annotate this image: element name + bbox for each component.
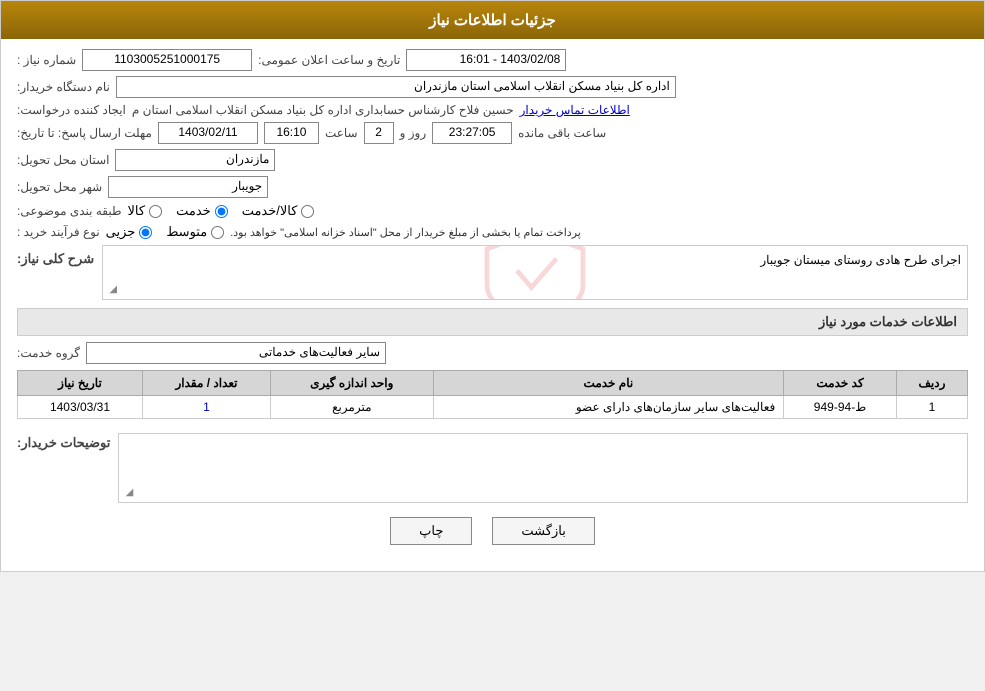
ijad-label: ایجاد کننده درخواست: <box>17 103 126 117</box>
ostan-label: استان محل تحویل: <box>17 153 109 167</box>
col-name: نام خدمت <box>433 371 784 396</box>
tabaqe-kala-khedmat-label: کالا/خدمت <box>242 203 298 219</box>
row-shahr: جویبار شهر محل تحویل: <box>17 176 968 198</box>
cell-name: فعالیت‌های سایر سازمان‌های دارای عضو <box>433 396 784 419</box>
row-tabaqe: کالا/خدمت خدمت کالا طبقه بندی موضوعی: <box>17 203 968 219</box>
sharh-label: شرح کلی نیاز: <box>17 251 94 267</box>
row-mohlat: ساعت باقی مانده 23:27:05 روز و 2 ساعت 16… <box>17 122 968 144</box>
ijad-link[interactable]: اطلاعات تماس خریدار <box>520 103 630 117</box>
roz-label: روز و <box>400 126 427 140</box>
shahr-label: شهر محل تحویل: <box>17 180 102 194</box>
tabaqe-kala-label: کالا <box>128 203 146 219</box>
nooe-farayand-radio-group: متوسط جزیی <box>106 224 225 240</box>
roz-value: 2 <box>364 122 394 144</box>
col-radif: ردیف <box>896 371 967 396</box>
tarikh-aalan-label: تاریخ و ساعت اعلان عمومی: <box>258 53 400 67</box>
sharh-box: اجرای طرح هادی روستای میستان جویبار ◢ <box>102 245 968 300</box>
shmare-niaz-label: شماره نیاز : <box>17 53 76 67</box>
shmare-niaz-value: 1103005251000175 <box>82 49 252 71</box>
row-nooe-farayand: پرداخت تمام یا بخشی از مبلغ خریدار از مح… <box>17 224 968 240</box>
tabaqe-label: طبقه بندی موضوعی: <box>17 204 122 218</box>
tabaqe-kala-khedmat-radio[interactable] <box>301 205 314 218</box>
saat-value: 16:10 <box>264 122 319 144</box>
page-wrapper: جزئیات اطلاعات نیاز 1403/02/08 - 16:01 ت… <box>0 0 985 572</box>
page-header: جزئیات اطلاعات نیاز <box>1 1 984 39</box>
nam-dastgah-label: نام دستگاه خریدار: <box>17 80 110 94</box>
saat-label: ساعت <box>325 126 358 140</box>
col-tarikh: تاریخ نیاز <box>18 371 143 396</box>
cell-radif: 1 <box>896 396 967 419</box>
back-button[interactable]: بازگشت <box>492 517 594 545</box>
tabaqe-radio-group: کالا/خدمت خدمت کالا <box>128 203 315 219</box>
mohlat-label: مهلت ارسال پاسخ: تا تاریخ: <box>17 126 152 140</box>
row-nam-dastgah: اداره کل بنیاد مسکن انقلاب اسلامی استان … <box>17 76 968 98</box>
nooe-motavaset-radio[interactable] <box>211 226 224 239</box>
tabaqe-kala-radio[interactable] <box>149 205 162 218</box>
print-button[interactable]: چاپ <box>390 517 472 545</box>
tabaqe-khedmat-radio[interactable] <box>215 205 228 218</box>
sharh-label-container: شرح کلی نیاز: <box>17 245 94 267</box>
gorohe-khedmat-label: گروه خدمت: <box>17 346 80 360</box>
toseeh-label-container: توضیحات خریدار: <box>17 429 110 451</box>
main-content: 1403/02/08 - 16:01 تاریخ و ساعت اعلان عم… <box>1 39 984 571</box>
cell-vahed: مترمربع <box>271 396 433 419</box>
col-kod: کد خدمت <box>784 371 897 396</box>
mohlat-date-value: 1403/02/11 <box>158 122 258 144</box>
tarikh-aalan-value: 1403/02/08 - 16:01 <box>406 49 566 71</box>
toseeh-label: توضیحات خریدار: <box>17 435 110 451</box>
nooe-farayand-desc: پرداخت تمام یا بخشی از مبلغ خریدار از مح… <box>230 226 581 239</box>
service-section-header: اطلاعات خدمات مورد نیاز <box>17 308 968 336</box>
watermark-shield-icon <box>475 245 595 300</box>
shahr-value: جویبار <box>108 176 268 198</box>
page-title: جزئیات اطلاعات نیاز <box>429 12 556 29</box>
nooe-jozi-radio[interactable] <box>139 226 152 239</box>
nam-dastgah-value: اداره کل بنیاد مسکن انقلاب اسلامی استان … <box>116 76 676 98</box>
col-tedad: تعداد / مقدار <box>142 371 270 396</box>
nooe-farayand-label: نوع فرآیند خرید : <box>17 225 100 239</box>
sharh-resize[interactable]: ◢ <box>105 285 117 297</box>
cell-tarikh: 1403/03/31 <box>18 396 143 419</box>
ostan-value: مازندران <box>115 149 275 171</box>
col-vahed: واحد اندازه گیری <box>271 371 433 396</box>
remaining-label: ساعت باقی مانده <box>518 126 606 140</box>
tabaqe-kala-khedmat[interactable]: کالا/خدمت <box>242 203 315 219</box>
nooe-motavaset[interactable]: متوسط <box>166 224 224 240</box>
row-ostan: مازندران استان محل تحویل: <box>17 149 968 171</box>
row-ijad: اطلاعات تماس خریدار حسین فلاح کارشناس حس… <box>17 103 968 117</box>
service-section-label: اطلاعات خدمات مورد نیاز <box>819 314 957 329</box>
ijad-value: حسین فلاح کارشناس حسابداری اداره کل بنیا… <box>132 103 514 117</box>
row-gorohe: سایر فعالیت‌های خدماتی گروه خدمت: <box>17 342 968 364</box>
row-toseeh: ◢ توضیحات خریدار: <box>17 429 968 503</box>
row-shmare: 1403/02/08 - 16:01 تاریخ و ساعت اعلان عم… <box>17 49 968 71</box>
gorohe-khedmat-value: سایر فعالیت‌های خدماتی <box>86 342 386 364</box>
tabaqe-kala[interactable]: کالا <box>128 203 163 219</box>
tabaqe-khedmat[interactable]: خدمت <box>176 203 228 219</box>
cell-kod: ط-94-949 <box>784 396 897 419</box>
table-row: 1 ط-94-949 فعالیت‌های سایر سازمان‌های دا… <box>18 396 968 419</box>
nooe-jozi[interactable]: جزیی <box>106 224 153 240</box>
nooe-motavaset-label: متوسط <box>166 224 207 240</box>
row-sharh: اجرای طرح هادی روستای میستان جویبار ◢ شر… <box>17 245 968 300</box>
remaining-value: 23:27:05 <box>432 122 512 144</box>
cell-tedad: 1 <box>142 396 270 419</box>
tabaqe-khedmat-label: خدمت <box>176 203 211 219</box>
button-row: بازگشت چاپ <box>17 517 968 545</box>
toseeh-box[interactable]: ◢ <box>118 433 968 503</box>
toseeh-resize[interactable]: ◢ <box>121 488 133 500</box>
sharh-value: اجرای طرح هادی روستای میستان جویبار <box>760 253 961 267</box>
service-table: ردیف کد خدمت نام خدمت واحد اندازه گیری ت… <box>17 370 968 419</box>
nooe-jozi-label: جزیی <box>106 224 136 240</box>
